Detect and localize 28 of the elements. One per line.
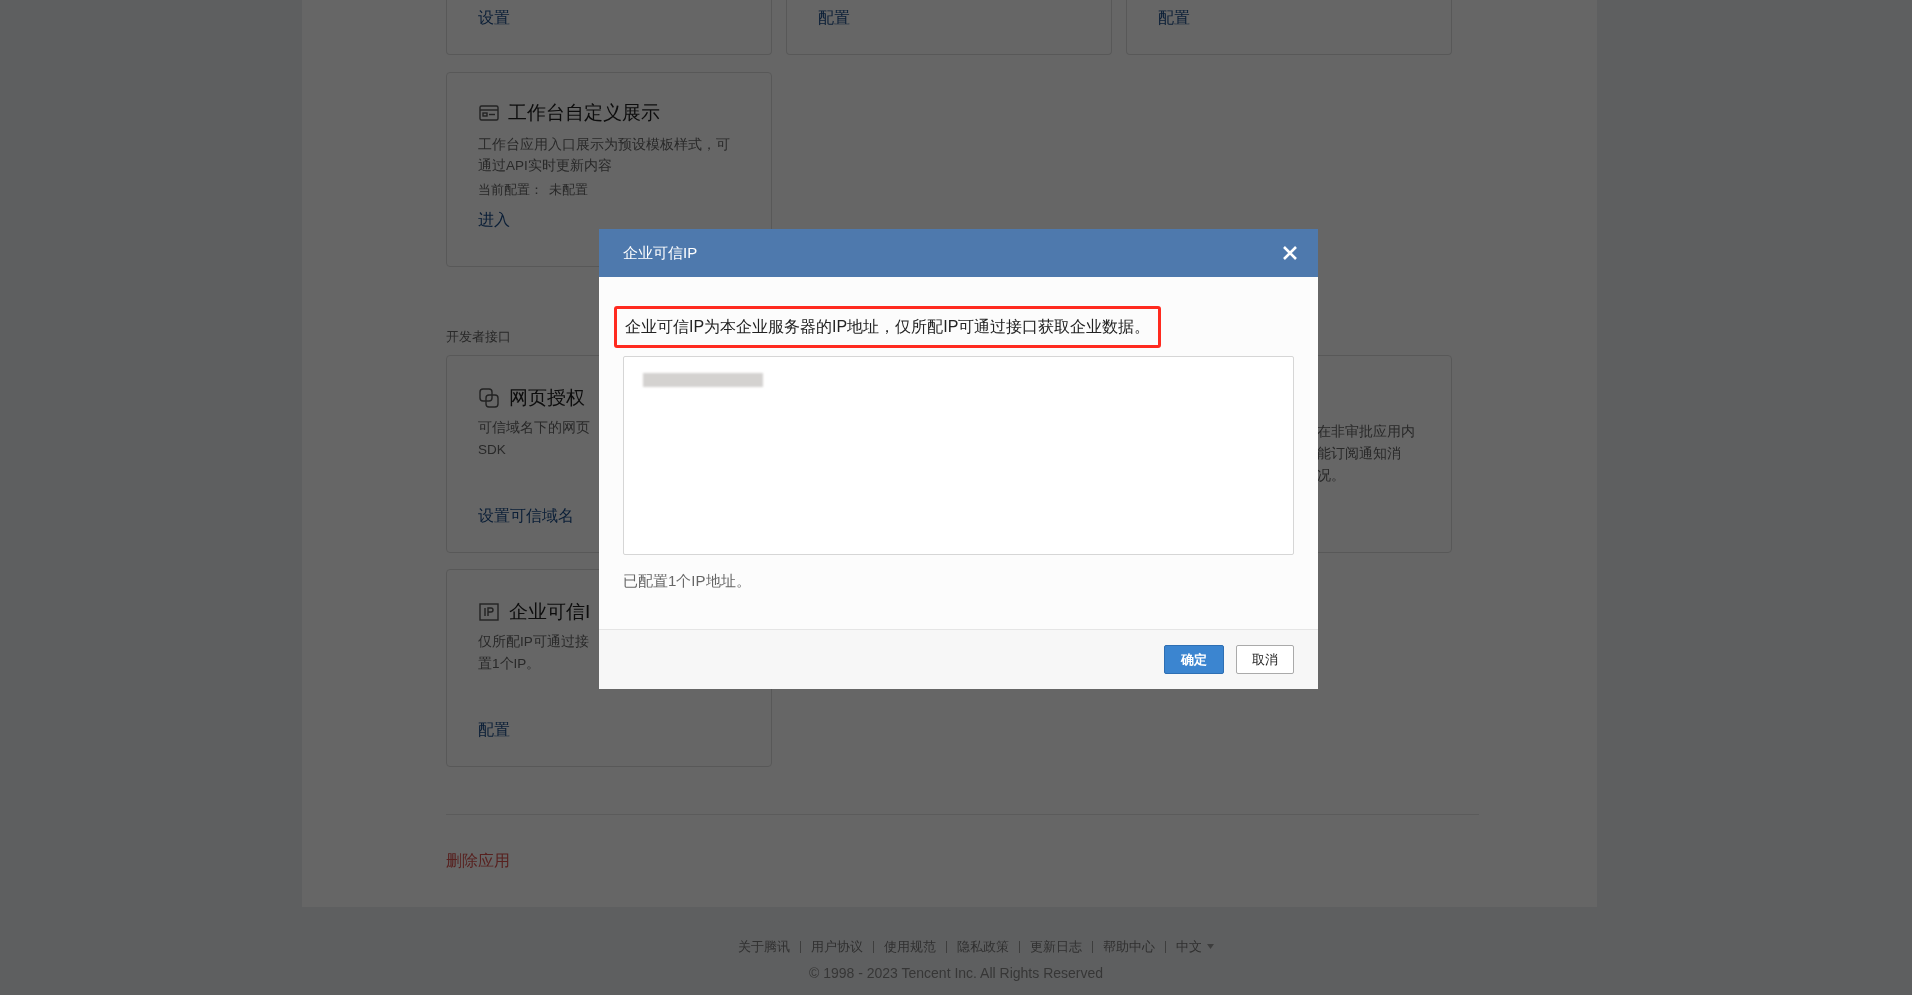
delete-link[interactable]: 删除应用 (446, 848, 510, 873)
dialog-title: 企业可信IP (623, 242, 698, 263)
card-description: 置1个IP。 (478, 655, 542, 673)
action-link[interactable]: 配置 (1158, 9, 1190, 26)
card-description: 在非审批应用内 (1317, 422, 1415, 441)
confirm-button[interactable]: 确定 (1164, 645, 1224, 674)
card-title: 网页授权 (509, 385, 585, 410)
close-icon (1282, 245, 1298, 261)
ip-icon (478, 600, 500, 623)
notice-text: 企业可信IP为本企业服务器的IP地址，仅所配IP可通过接口获取企业数据。 (614, 306, 1162, 348)
action-link[interactable]: 设置可信域名 (478, 503, 574, 528)
action-link[interactable]: 设置 (478, 9, 510, 26)
card-description: 况。 (1317, 466, 1345, 485)
action-link[interactable]: 配置 (818, 9, 850, 26)
card-title: 工作台自定义展示 (508, 101, 660, 125)
config-label: 当前配置： (478, 180, 543, 199)
card-description: 能订阅通知消 (1317, 444, 1401, 463)
card-description: 可信域名下的网页 (478, 419, 591, 437)
ip-count-text: 已配置1个IP地址。 (623, 571, 752, 591)
config-value: 未配置 (549, 180, 588, 199)
action-link[interactable]: 配置 (478, 717, 510, 742)
action-link[interactable]: 进入 (478, 208, 740, 232)
card-description: SDK (478, 441, 507, 459)
overlapping-squares-icon (478, 386, 500, 409)
card-title: 企业可信I (509, 599, 591, 624)
caret-icon (1207, 944, 1214, 950)
card-description: 仅所配IP可通过接 (478, 633, 590, 651)
cancel-button[interactable]: 取消 (1236, 645, 1294, 674)
